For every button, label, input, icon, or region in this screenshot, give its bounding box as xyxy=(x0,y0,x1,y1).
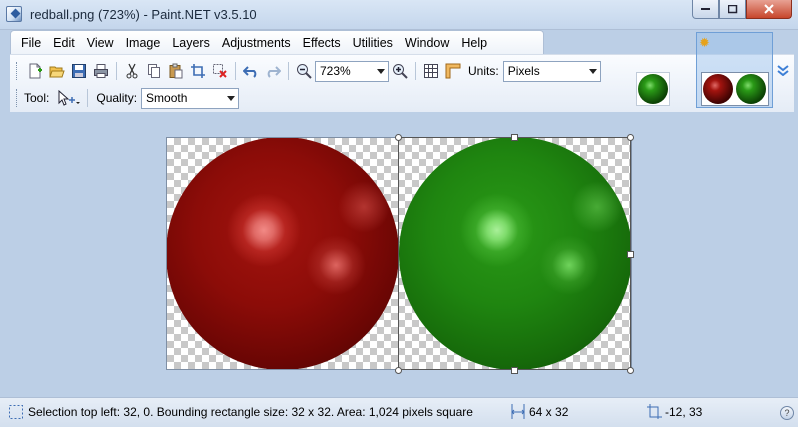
window-controls xyxy=(692,0,792,20)
units-value: Pixels xyxy=(507,63,540,78)
image-thumbnail-active[interactable]: ✹ xyxy=(696,32,773,108)
menu-effects[interactable]: Effects xyxy=(297,32,347,54)
copy-button[interactable] xyxy=(143,60,165,82)
image-size-icon xyxy=(511,404,525,419)
units-label: Units: xyxy=(468,64,499,78)
toolbar-area: 723% Units: Pixels Tool: Quality: Smooth xyxy=(10,54,794,112)
printer-icon xyxy=(94,64,108,78)
open-file-button[interactable] xyxy=(46,60,68,82)
units-select[interactable]: Pixels xyxy=(502,60,601,82)
menu-view[interactable]: View xyxy=(81,32,120,54)
redo-icon xyxy=(267,66,281,78)
maximize-button[interactable] xyxy=(719,0,746,19)
window-title: redball.png (723%) - Paint.NET v3.5.10 xyxy=(30,7,257,22)
zoom-out-icon xyxy=(297,64,312,79)
maximize-icon xyxy=(727,4,737,13)
menu-bar: File Edit View Image Layers Adjustments … xyxy=(10,30,544,54)
menu-edit[interactable]: Edit xyxy=(47,32,81,54)
copy-icon xyxy=(148,64,160,78)
image-size: 64 x 32 xyxy=(529,405,569,419)
selection-info: Selection top left: 32, 0. Bounding rect… xyxy=(28,405,473,419)
new-file-icon xyxy=(29,63,42,79)
ruler-icon xyxy=(445,63,461,79)
zoom-out-button[interactable] xyxy=(293,60,315,82)
quality-select[interactable]: Smooth xyxy=(141,87,240,109)
zoom-select[interactable]: 723% xyxy=(315,60,389,82)
image-thumbnail-green[interactable] xyxy=(636,72,670,106)
close-icon xyxy=(764,4,774,14)
minimize-button[interactable] xyxy=(692,0,719,19)
toolbar-grip[interactable] xyxy=(16,89,19,107)
chevron-down-icon xyxy=(588,68,597,74)
print-button[interactable] xyxy=(90,60,112,82)
chevron-down-icon xyxy=(377,68,385,74)
zoom-in-icon xyxy=(393,64,408,79)
crop-icon xyxy=(191,64,205,78)
selection-handle-bottom-right[interactable] xyxy=(627,367,634,374)
selection-handle-top-left[interactable] xyxy=(395,134,402,141)
save-button[interactable] xyxy=(68,60,90,82)
quality-value: Smooth xyxy=(146,90,188,105)
save-icon xyxy=(72,64,86,78)
paste-icon xyxy=(169,63,183,79)
selection-handle-top-right[interactable] xyxy=(627,134,634,141)
active-image-preview xyxy=(701,72,769,106)
grid-icon xyxy=(424,64,438,78)
undo-button[interactable] xyxy=(240,60,262,82)
quality-label: Quality: xyxy=(96,91,138,105)
selection-handle-bottom-left[interactable] xyxy=(395,367,402,374)
close-button[interactable] xyxy=(746,0,792,19)
tool-label: Tool: xyxy=(24,91,50,105)
status-bar: Selection top left: 32, 0. Bounding rect… xyxy=(0,397,798,427)
minimize-icon xyxy=(700,8,710,10)
toolbar-separator xyxy=(116,62,117,80)
cut-button[interactable] xyxy=(121,60,143,82)
paste-button[interactable] xyxy=(165,60,187,82)
toolbar-grip[interactable] xyxy=(16,62,19,80)
new-file-button[interactable] xyxy=(24,60,46,82)
main-toolbar: 723% Units: Pixels xyxy=(10,58,601,84)
menu-utilities[interactable]: Utilities xyxy=(347,32,399,54)
red-ball-layer xyxy=(167,138,399,369)
selection-handle-top[interactable] xyxy=(511,134,518,141)
modified-star-icon: ✹ xyxy=(699,35,710,50)
toolbar-separator xyxy=(87,89,89,107)
menu-help[interactable]: Help xyxy=(455,32,493,54)
cursor-position: -12, 33 xyxy=(665,405,703,419)
move-selection-tool-icon xyxy=(58,90,81,106)
deselect-button[interactable] xyxy=(209,60,231,82)
title-bar: redball.png (723%) - Paint.NET v3.5.10 xyxy=(0,0,798,30)
toolbar-separator xyxy=(288,62,289,80)
redo-button[interactable] xyxy=(262,60,284,82)
chevron-down-icon[interactable] xyxy=(777,64,789,76)
selection-handle-bottom[interactable] xyxy=(511,367,518,374)
deselect-icon xyxy=(213,64,227,78)
red-green-balls-thumbnail xyxy=(703,74,766,104)
toolbar-separator xyxy=(235,62,236,80)
crop-button[interactable] xyxy=(187,60,209,82)
menu-window[interactable]: Window xyxy=(399,32,455,54)
chevron-down-icon xyxy=(227,95,236,101)
tool-options-toolbar: Tool: Quality: Smooth xyxy=(10,85,240,111)
scissors-icon xyxy=(126,63,138,79)
menu-adjustments[interactable]: Adjustments xyxy=(216,32,297,54)
undo-icon xyxy=(243,66,257,78)
zoom-in-button[interactable] xyxy=(389,60,411,82)
open-folder-icon xyxy=(49,66,65,78)
help-icon[interactable]: ? xyxy=(780,406,794,420)
green-ball-thumbnail xyxy=(638,74,668,104)
grid-toggle-button[interactable] xyxy=(420,60,442,82)
selection-handle-right[interactable] xyxy=(627,251,634,258)
toolbar-separator xyxy=(415,62,416,80)
tool-picker-button[interactable] xyxy=(53,87,83,109)
app-icon[interactable] xyxy=(6,6,22,22)
menu-image[interactable]: Image xyxy=(120,32,167,54)
rulers-toggle-button[interactable] xyxy=(442,60,464,82)
zoom-value: 723% xyxy=(320,63,351,78)
menu-layers[interactable]: Layers xyxy=(166,32,216,54)
menu-file[interactable]: File xyxy=(15,32,47,54)
selection-icon xyxy=(9,405,23,419)
selection-rectangle[interactable] xyxy=(398,137,631,370)
cursor-position-icon xyxy=(647,404,662,419)
